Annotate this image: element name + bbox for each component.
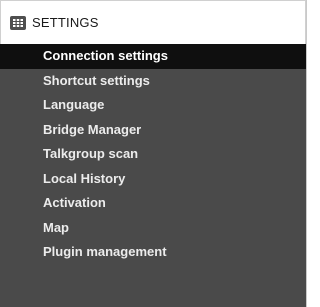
settings-menu: Connection settings Shortcut settings La… — [0, 44, 306, 265]
menu-item-bridge-manager[interactable]: Bridge Manager — [0, 118, 306, 143]
menu-item-connection-settings[interactable]: Connection settings — [0, 44, 306, 69]
menu-item-talkgroup-scan[interactable]: Talkgroup scan — [0, 142, 306, 167]
settings-panel: SETTINGS Connection settings Shortcut se… — [0, 0, 307, 307]
settings-title: SETTINGS — [32, 15, 99, 30]
settings-grid-icon — [10, 15, 26, 30]
menu-item-activation[interactable]: Activation — [0, 191, 306, 216]
menu-item-map[interactable]: Map — [0, 216, 306, 241]
menu-item-shortcut-settings[interactable]: Shortcut settings — [0, 69, 306, 94]
menu-item-plugin-management[interactable]: Plugin management — [0, 240, 306, 265]
settings-header: SETTINGS — [0, 0, 306, 44]
menu-item-language[interactable]: Language — [0, 93, 306, 118]
menu-item-local-history[interactable]: Local History — [0, 167, 306, 192]
